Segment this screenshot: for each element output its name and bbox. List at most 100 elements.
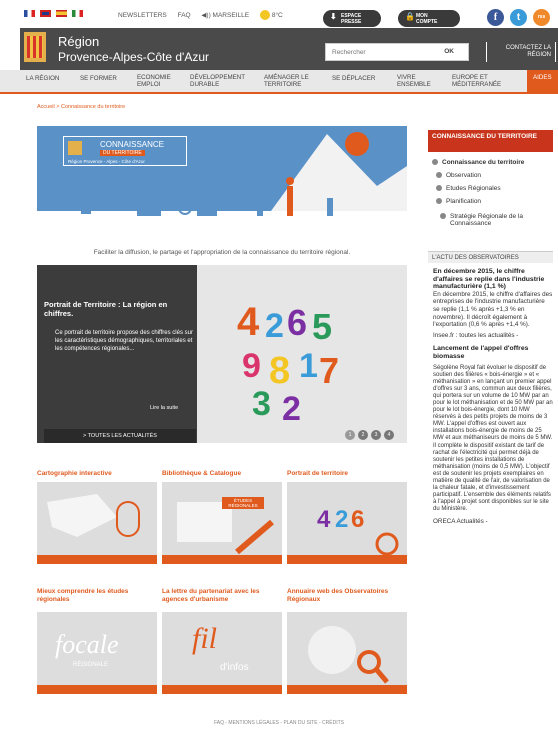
news-item1-title[interactable]: En décembre 2015, le chiffre d'affaires … (433, 268, 553, 291)
sidebar-label: Observation (446, 172, 482, 179)
svg-text:2: 2 (282, 390, 301, 428)
grid-title-bibliotheque[interactable]: Bibliothèque & Catalogue (162, 470, 241, 478)
mon-compte-label-2: COMPTE (416, 19, 438, 25)
search-box: OK (325, 43, 469, 61)
search-input[interactable] (326, 44, 426, 60)
nav-item-la-region[interactable]: LA RÉGION (26, 75, 59, 82)
news-item1-source[interactable]: Insee.fr : toutes les actualités - (433, 332, 553, 340)
rss-icon[interactable]: rss (533, 9, 550, 26)
sidebar-item-connaissance[interactable]: Connaissance du territoire (432, 159, 524, 166)
slide-text: Ce portrait de territoire propose des ch… (55, 330, 193, 352)
svg-text:8: 8 (269, 350, 290, 392)
language-flags (24, 10, 86, 17)
sidebar-label: Planification (446, 198, 482, 205)
flag-fr-icon[interactable] (24, 10, 35, 17)
mon-compte-button[interactable]: 🔒 MON COMPTE (398, 10, 460, 27)
region-logo-icon[interactable] (24, 32, 46, 62)
sidebar-label: Stratégie Régionale de la Connaissance (450, 213, 523, 227)
hero-badge-line1: CONNAISSANCE (100, 140, 165, 149)
svg-text:5: 5 (312, 306, 332, 347)
drawer-pencil-icon (177, 502, 274, 555)
tile-bar (37, 685, 157, 694)
svg-text:6: 6 (287, 302, 307, 343)
grid-title-annuaire[interactable]: Annuaire web des Observatoires Régionaux (287, 588, 409, 604)
top-links: NEWSLETTERS FAQ ◀)) MARSEILLE 8°C (118, 10, 292, 20)
bullet-icon (440, 213, 446, 220)
svg-text:3: 3 (252, 385, 271, 423)
focale-tile[interactable]: focale RÉGIONALE (37, 612, 157, 694)
portrait-tile[interactable]: 4 2 6 (287, 482, 407, 564)
svg-text:1: 1 (299, 347, 318, 385)
faq-link[interactable]: FAQ (178, 12, 191, 19)
nav-item-aides[interactable]: AIDES (527, 70, 558, 92)
nav-item-vivre-ensemble[interactable]: VIVRE ENSEMBLE (397, 74, 435, 88)
focale-sub: RÉGIONALE (73, 662, 109, 668)
weather-sun-icon (259, 10, 270, 20)
fil-logo: fil (192, 622, 218, 655)
tile-bar (162, 685, 282, 694)
globe-magnifier-icon (308, 626, 389, 684)
nav-item-amenager[interactable]: AMÉNAGER LE TERRITOIRE (264, 74, 322, 88)
twitter-icon[interactable]: t (510, 9, 527, 26)
espace-presse-button[interactable]: ⬇ ESPACE PRESSE (323, 10, 381, 27)
breadcrumb[interactable]: Accueil > Connaissance du territoire (37, 104, 125, 110)
slider-page-2[interactable]: 2 (358, 430, 368, 440)
bibliotheque-tile[interactable]: ÉTUDES RÉGIONALES (162, 482, 282, 564)
grid-title-cartographie[interactable]: Cartographie interactive (37, 470, 112, 478)
slider-page-3[interactable]: 3 (371, 430, 381, 440)
footer-links[interactable]: FAQ - MENTIONS LÉGALES - PLAN DU SITE - … (0, 720, 558, 726)
svg-text:4: 4 (317, 506, 331, 533)
bullet-icon (432, 159, 438, 166)
slide-title[interactable]: Portrait de Territoire : La région en ch… (44, 300, 194, 318)
contact-label-1: CONTACTEZ LA (505, 45, 551, 51)
sidebar-item-planification[interactable]: Planification (436, 198, 481, 205)
region-title-1: Région (58, 34, 100, 49)
grid-title-etudes[interactable]: Mieux comprendre les études régionales (37, 588, 155, 604)
slider-page-1[interactable]: 1 (345, 430, 355, 440)
search-ok-button[interactable]: OK (444, 48, 454, 55)
bullet-icon (436, 172, 442, 179)
nav-item-developpement[interactable]: DÉVELOPPEMENT DURABLE (190, 74, 250, 88)
hero-badge: CONNAISSANCE DU TERRITOIRE Région Proven… (63, 136, 187, 166)
tile-bar (287, 685, 407, 694)
grid-title-lettre[interactable]: La lettre du partenariat avec les agence… (162, 588, 284, 604)
lock-icon: 🔒 (405, 12, 415, 21)
sidebar-item-strategie[interactable]: Stratégie Régionale de la Connaissance (440, 213, 552, 227)
read-more-link[interactable]: Lire la suite (150, 405, 178, 411)
news-item1-text: En décembre 2015, le chiffre d'affaires … (433, 290, 553, 329)
nav-item-economie[interactable]: ECONOMIE EMPLOI (137, 74, 177, 88)
city-audio-link[interactable]: ◀)) MARSEILLE (201, 12, 249, 19)
newsletters-link[interactable]: NEWSLETTERS (118, 12, 167, 19)
annuaire-tile[interactable] (287, 612, 407, 694)
flag-it-icon[interactable] (71, 10, 83, 17)
news-item2-source[interactable]: ORECA Actualités - (433, 518, 553, 526)
nav-item-se-deplacer[interactable]: SE DÉPLACER (332, 75, 375, 82)
svg-text:6: 6 (351, 506, 364, 533)
weather-temp: 8°C (271, 11, 283, 19)
sidebar-label: Etudes Régionales (446, 185, 501, 192)
slider-text-panel (37, 265, 197, 443)
nav-item-se-former[interactable]: SE FORMER (80, 75, 117, 82)
news-item2-title[interactable]: Lancement de l'appel d'offres biomasse (433, 345, 553, 360)
hero-caption: Faciliter la diffusion, le partage et l'… (93, 249, 351, 256)
tile-bar (162, 555, 282, 564)
tile-bar (37, 555, 157, 564)
svg-text:4: 4 (237, 300, 260, 344)
flag-en-icon[interactable] (39, 10, 51, 17)
sidebar-item-observation[interactable]: Observation (436, 172, 481, 179)
cartographie-tile[interactable] (37, 482, 157, 564)
main-nav: LA RÉGION SE FORMER ECONOMIE EMPLOI DÉVE… (0, 70, 558, 94)
nav-item-europe[interactable]: EUROPE ET MÉDITERRANÉE (452, 74, 506, 88)
contact-label-2: RÉGION (527, 52, 551, 58)
flag-es-icon[interactable] (55, 10, 67, 17)
slider-page-4[interactable]: 4 (384, 430, 394, 440)
tile-bar (287, 555, 407, 564)
grid-title-portrait[interactable]: Portrait de territoire (287, 470, 348, 478)
fil-infos-tile[interactable]: fil d'infos (162, 612, 282, 694)
facebook-icon[interactable]: f (487, 9, 504, 26)
contact-region-button[interactable]: CONTACTEZ LA RÉGION (486, 42, 556, 62)
sidebar-item-etudes[interactable]: Etudes Régionales (436, 185, 501, 192)
all-news-button[interactable]: > TOUTES LES ACTUALITÉS (44, 429, 196, 443)
bullet-icon (436, 185, 442, 192)
espace-presse-label-2: PRESSE (341, 19, 362, 25)
